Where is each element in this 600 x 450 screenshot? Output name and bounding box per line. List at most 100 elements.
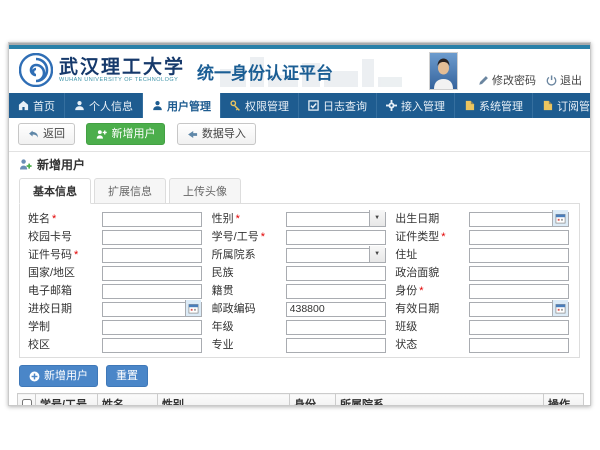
id-number-label: 证件号码*: [28, 246, 102, 262]
add-user-icon: [96, 129, 107, 140]
add-user-icon: [19, 158, 32, 171]
id-number-field: 证件号码*: [24, 245, 208, 263]
section-title: 新增用户: [9, 152, 590, 175]
grade-input[interactable]: [286, 320, 386, 335]
nav-item-profile[interactable]: 个人信息: [65, 93, 143, 118]
tab-extended-info[interactable]: 扩展信息: [94, 178, 166, 204]
birth-date-field: 出生日期: [391, 209, 575, 227]
country-region-input[interactable]: [102, 266, 202, 281]
add-user-submit-button[interactable]: 新增用户: [19, 365, 98, 387]
email-field: 电子邮箱: [24, 281, 208, 299]
ethnicity-input[interactable]: [286, 266, 386, 281]
col-identity: 身份: [290, 394, 336, 407]
form-row: 国家/地区民族政治面貌: [24, 263, 575, 281]
form-row: 校园卡号学号/工号*证件类型*: [24, 227, 575, 245]
change-password-link[interactable]: 修改密码: [478, 72, 536, 88]
education-length-input[interactable]: [102, 320, 202, 335]
data-import-button[interactable]: 数据导入: [177, 123, 256, 145]
gender-field: 性别* ▼: [208, 209, 392, 227]
nav-item-label: 系统管理: [479, 98, 523, 114]
education-length-field: 学制: [24, 317, 208, 335]
campus-field: 校区: [24, 335, 208, 353]
political-status-input[interactable]: [469, 266, 569, 281]
campus-input[interactable]: [102, 338, 202, 353]
platform-title: 统一身份认证平台: [197, 59, 333, 84]
nav-item-access-management[interactable]: 接入管理: [377, 93, 455, 118]
email-label: 电子邮箱: [28, 282, 102, 298]
required-asterisk: *: [441, 231, 445, 243]
tab-bar: 基本信息 扩展信息 上传头像: [19, 178, 580, 204]
identity-input[interactable]: [469, 284, 569, 299]
university-name-cn: 武汉理工大学: [59, 57, 185, 77]
book-icon: [542, 100, 553, 111]
class-input[interactable]: [469, 320, 569, 335]
university-name-en: WUHAN UNIVERSITY OF TECHNOLOGY: [59, 77, 185, 84]
university-emblem-icon: [19, 53, 53, 87]
major-input[interactable]: [286, 338, 386, 353]
valid-date-field: 有效日期: [391, 299, 575, 317]
id-type-field: 证件类型*: [391, 227, 575, 245]
gender-label: 性别*: [212, 210, 286, 226]
valid-date-calendar-button[interactable]: [552, 300, 568, 316]
calendar-icon: [555, 303, 566, 314]
ethnicity-field: 民族: [208, 263, 392, 281]
gender-dropdown-button[interactable]: ▼: [369, 210, 385, 226]
nav-item-label: 用户管理: [167, 98, 211, 114]
major-label: 专业: [212, 336, 286, 352]
toolbar: 返回 新增用户 数据导入: [9, 118, 590, 152]
nav-item-permission-management[interactable]: 权限管理: [221, 93, 299, 118]
add-user-toolbar-button[interactable]: 新增用户: [86, 123, 165, 145]
postal-code-input[interactable]: [286, 302, 386, 317]
student-staff-id-input[interactable]: [286, 230, 386, 245]
nav-item-user-management[interactable]: 用户管理: [143, 93, 221, 118]
checklist-icon: [308, 100, 319, 111]
nav-item-label: 个人信息: [89, 98, 133, 114]
back-button[interactable]: 返回: [18, 123, 75, 145]
status-input[interactable]: [469, 338, 569, 353]
plus-circle-icon: [29, 371, 40, 382]
address-input[interactable]: [469, 248, 569, 263]
student-staff-id-label: 学号/工号*: [212, 228, 286, 244]
user-icon: [152, 100, 163, 111]
entry-date-field: 进校日期: [24, 299, 208, 317]
postal-code-label: 邮政编码: [212, 300, 286, 316]
logout-link[interactable]: 退出: [546, 72, 582, 88]
home-icon: [18, 100, 29, 111]
power-icon: [546, 75, 557, 86]
postal-code-field: 邮政编码: [208, 299, 392, 317]
department-label: 所属院系: [212, 246, 286, 262]
valid-date-label: 有效日期: [395, 300, 469, 316]
native-place-field: 籍贯: [208, 281, 392, 299]
nav-item-home[interactable]: 首页: [9, 93, 65, 118]
nav-item-label: 首页: [33, 98, 55, 114]
email-input[interactable]: [102, 284, 202, 299]
key-icon: [230, 100, 241, 111]
department-dropdown-button[interactable]: ▼: [369, 246, 385, 262]
native-place-input[interactable]: [286, 284, 386, 299]
birth-date-calendar-button[interactable]: [552, 210, 568, 226]
id-number-input[interactable]: [102, 248, 202, 263]
nav-item-label: 订阅管理: [557, 98, 591, 114]
gear-icon: [386, 100, 397, 111]
nav-item-log-query[interactable]: 日志查询: [299, 93, 377, 118]
pencil-icon: [478, 75, 489, 86]
id-type-label: 证件类型*: [395, 228, 469, 244]
id-type-input[interactable]: [469, 230, 569, 245]
name-input[interactable]: [102, 212, 202, 227]
reset-button[interactable]: 重置: [106, 365, 148, 387]
nav-item-system-management[interactable]: 系统管理: [455, 93, 533, 118]
entry-date-calendar-button[interactable]: [185, 300, 201, 316]
user-avatar[interactable]: [429, 52, 458, 90]
col-gender: 性别: [158, 394, 290, 407]
required-asterisk: *: [236, 213, 240, 225]
political-status-label: 政治面貌: [395, 264, 469, 280]
university-name-block: 武汉理工大学 WUHAN UNIVERSITY OF TECHNOLOGY: [59, 57, 185, 84]
student-staff-id-field: 学号/工号*: [208, 227, 392, 245]
form-actions: 新增用户 重置: [19, 365, 580, 387]
campus-card-number-input[interactable]: [102, 230, 202, 245]
tab-basic-info[interactable]: 基本信息: [19, 178, 91, 204]
tab-upload-avatar[interactable]: 上传头像: [169, 178, 241, 204]
select-all-checkbox[interactable]: [22, 399, 32, 406]
nav-item-subscription-management[interactable]: 订阅管理: [533, 93, 591, 118]
chevron-down-icon: ▼: [374, 251, 380, 257]
